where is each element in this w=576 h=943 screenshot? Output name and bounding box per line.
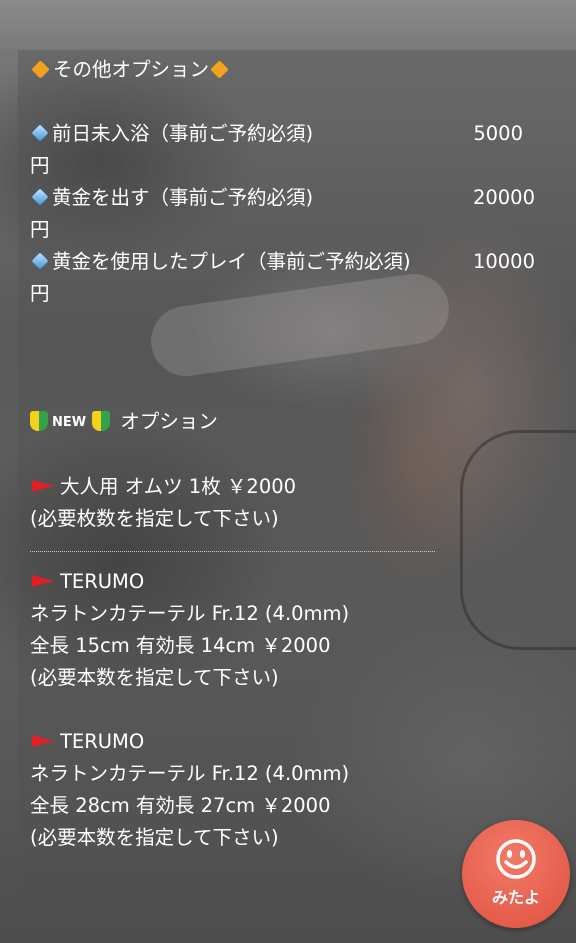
mitayo-button[interactable]: みたよ [462, 820, 570, 928]
new-option-item: TERUMO ネラトンカテーテル Fr.12 (4.0mm) 全長 28cm 有… [30, 726, 550, 854]
blue-diamond-icon [32, 253, 48, 269]
option-unit: 円 [30, 218, 50, 241]
blue-diamond-icon [32, 125, 48, 141]
option-unit: 円 [30, 282, 50, 305]
other-option-item: 黄金を出す（事前ご予約必須) 20000 円 [30, 182, 550, 246]
beginner-mark-icon [30, 411, 48, 431]
new-option-line: 全長 28cm 有効長 27cm ￥2000 [30, 793, 331, 817]
option-name: 黄金を出す（事前ご予約必須) [52, 186, 314, 209]
top-bar [0, 0, 576, 50]
red-flag-icon [30, 574, 56, 587]
other-options-heading: その他オプション [30, 54, 550, 86]
new-option-line: (必要枚数を指定して下さい) [30, 506, 279, 530]
orange-diamond-icon [31, 60, 50, 79]
orange-diamond-icon [210, 60, 229, 79]
beginner-mark-icon [92, 411, 111, 431]
blue-diamond-icon [32, 189, 48, 205]
new-option-line: (必要本数を指定して下さい) [30, 665, 279, 689]
option-price: 10000 [472, 250, 535, 273]
dotted-divider [30, 550, 435, 552]
other-option-item: 前日未入浴（事前ご予約必須) 5000 円 [30, 118, 550, 182]
new-option-title: TERUMO [60, 569, 145, 593]
option-unit: 円 [30, 154, 50, 177]
red-flag-icon [30, 734, 56, 747]
option-price: 5000 [473, 122, 523, 145]
new-option-title: 大人用 オムツ 1枚 ￥2000 [60, 474, 297, 498]
new-option-line: ネラトンカテーテル Fr.12 (4.0mm) [30, 601, 350, 625]
smiley-icon [496, 839, 536, 879]
option-price: 20000 [472, 186, 535, 209]
new-options-heading: NEW オプション [30, 406, 550, 439]
other-option-item: 黄金を使用したプレイ（事前ご予約必須) 10000 円 [30, 246, 550, 310]
new-option-line: 全長 15cm 有効長 14cm ￥2000 [30, 633, 331, 657]
options-content: その他オプション 前日未入浴（事前ご予約必須) 5000 円 黄金を出す（事前ご… [30, 52, 550, 854]
new-option-item: TERUMO ネラトンカテーテル Fr.12 (4.0mm) 全長 15cm 有… [30, 566, 550, 694]
new-option-line: ネラトンカテーテル Fr.12 (4.0mm) [30, 761, 350, 785]
option-name: 前日未入浴（事前ご予約必須) [52, 122, 314, 145]
new-label: NEW [52, 414, 87, 430]
option-name: 黄金を使用したプレイ（事前ご予約必須) [52, 250, 411, 273]
mitayo-label: みたよ [491, 888, 540, 907]
new-option-item: 大人用 オムツ 1枚 ￥2000 (必要枚数を指定して下さい) [30, 471, 550, 535]
red-flag-icon [30, 479, 56, 492]
new-option-title: TERUMO [60, 729, 145, 753]
